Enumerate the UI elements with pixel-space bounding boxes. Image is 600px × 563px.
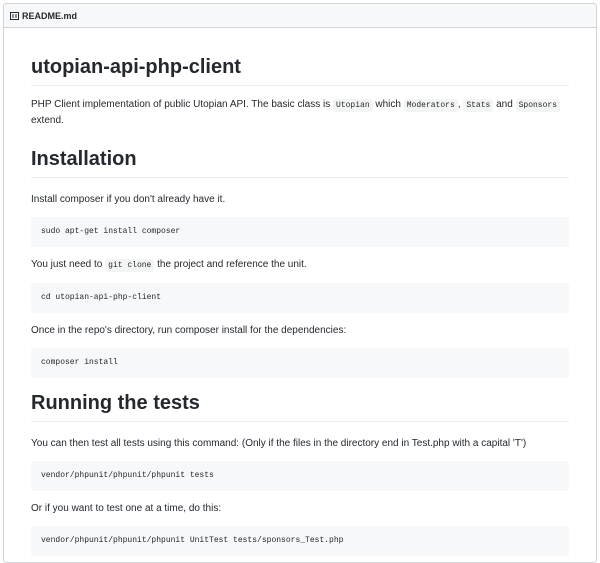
readme-panel: README.md utopian-api-php-client PHP Cli…: [3, 3, 597, 563]
installation-paragraph-1: Install composer if you don't already ha…: [31, 194, 226, 205]
intro-text-5: extend.: [31, 115, 64, 126]
readme-body: utopian-api-php-client PHP Client implem…: [4, 28, 596, 556]
tests-paragraph-1: You can then test all tests using this c…: [31, 438, 527, 449]
code-block-all-tests: vendor/phpunit/phpunit/phpunit tests: [31, 461, 569, 491]
page-title: utopian-api-php-client: [31, 28, 569, 86]
intro-text-2: which: [372, 99, 404, 110]
installation-paragraph-3: Once in the repo's directory, run compos…: [31, 325, 347, 336]
code-block-install-composer: sudo apt-get install composer: [31, 217, 569, 247]
installation-paragraph-2: You just need to git clone the project a…: [31, 257, 569, 273]
code-block-single-test: vendor/phpunit/phpunit/phpunit UnitTest …: [31, 526, 569, 556]
inline-code-utopian: Utopian: [333, 99, 373, 112]
inline-code-sponsors: Sponsors: [515, 99, 560, 112]
code-block-cd: cd utopian-api-php-client: [31, 283, 569, 313]
intro-paragraph: PHP Client implementation of public Utop…: [31, 97, 569, 128]
tests-paragraph-2: Or if you want to test one at a time, do…: [31, 503, 222, 514]
install-text-before: You just need to: [31, 259, 106, 270]
inline-code-moderators: Moderators: [403, 99, 458, 112]
intro-text-4: and: [493, 99, 516, 110]
heading-running-tests: Running the tests: [31, 392, 569, 422]
intro-text-1: PHP Client implementation of public Utop…: [31, 99, 334, 110]
inline-code-git-clone: git clone: [105, 259, 155, 272]
file-header: README.md: [4, 4, 596, 28]
code-block-composer-install: composer install: [31, 348, 569, 378]
book-icon: [10, 11, 19, 20]
inline-code-stats: Stats: [463, 99, 494, 112]
heading-installation: Installation: [31, 148, 569, 178]
install-text-after: the project and reference the unit.: [154, 259, 307, 270]
file-name: README.md: [22, 10, 78, 21]
